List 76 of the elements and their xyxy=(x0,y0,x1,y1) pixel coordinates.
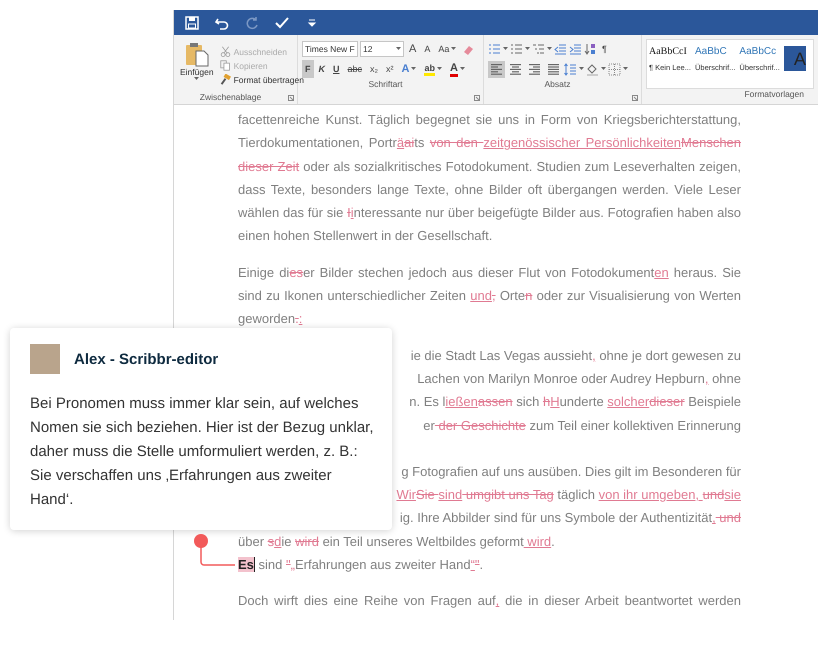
text-line: Doch wirft dies eine Reihe von Fragen auf, die in dieser Arbeit beantwortet werden xyxy=(238,592,741,610)
decrease-indent-icon[interactable] xyxy=(554,42,567,56)
caret-icon xyxy=(411,67,416,71)
comment-author: Alex - Scribbr-editor xyxy=(74,350,218,368)
caret-icon xyxy=(601,67,606,71)
align-left-icon[interactable] xyxy=(488,60,505,78)
group-label: Zwischenablage xyxy=(198,92,262,102)
format-button[interactable]: x² xyxy=(383,60,397,78)
text-line: WirSie sind umgibt uns Tag täglich von ihr umgeben, undsie xyxy=(396,486,741,504)
format-button[interactable]: abc xyxy=(344,60,366,78)
bullet-list-icon[interactable] xyxy=(488,42,501,56)
dialog-launcher-icon[interactable] xyxy=(288,95,294,101)
caret-icon xyxy=(194,77,200,81)
group-label: Formatvorlagen xyxy=(743,89,804,99)
text-line: einen hohen Stellenwert in der Gesellschaft. xyxy=(238,227,494,246)
check-icon[interactable] xyxy=(274,14,290,30)
effects-button[interactable]: A xyxy=(398,60,420,78)
format-button[interactable]: x₂ xyxy=(367,60,382,78)
save-icon[interactable] xyxy=(184,14,200,30)
line-spacing-icon[interactable] xyxy=(564,62,577,76)
text-line: Es sind "„Erfahrungen aus zweiter Hand“". xyxy=(238,556,484,574)
numbered-list-icon[interactable] xyxy=(510,42,523,56)
caret-icon xyxy=(436,67,442,71)
dialog-launcher-icon[interactable] xyxy=(474,95,480,101)
caret-icon xyxy=(451,47,456,51)
text-line: sind zu Ikonen unterschiedlicher Zeiten und, Orten oder zur Visualisierung von Werten xyxy=(238,287,741,306)
comment-text: Sie verschaffen uns ‚Erfahrungen aus zweiter Hand‘. xyxy=(30,466,333,510)
caret-icon xyxy=(396,47,401,51)
grow-font-button[interactable]: A xyxy=(406,40,420,58)
text-line: über sdie wird ein Teil unseres Weltbildes geformt wird. xyxy=(238,532,556,551)
scissors-icon xyxy=(220,46,231,57)
format-button[interactable]: U xyxy=(330,60,342,78)
text-line: facettenreiche Kunst. Täglich begegnet sie uns in Form von Kriegsberichterstattung, xyxy=(238,111,741,129)
font-size-field[interactable]: 12 xyxy=(360,41,404,57)
painter-command[interactable]: Format übertragen xyxy=(220,74,304,85)
text-line: Tierdokumentationen, Porträaits von den zeitgenössischer PersönlichkeitenMenschen xyxy=(238,134,741,152)
caret-icon xyxy=(525,47,530,51)
text-line: wählen das für sie Iinteressante nur über beigefügte Bilder aus. Fotografien haben also xyxy=(238,204,741,222)
caret-icon xyxy=(503,47,508,51)
brush-icon xyxy=(220,74,231,85)
increase-indent-icon[interactable] xyxy=(569,42,582,56)
caret-icon xyxy=(547,47,552,51)
borders-icon[interactable] xyxy=(608,62,621,76)
comment-text: Bei Pronomen muss immer klar sein, auf welches Nomen sie sich beziehen. Hier ist der Bezug unklar, daher muss die Stelle umformuliert werden, z. B.: xyxy=(30,394,375,462)
clipboard-icon xyxy=(184,41,210,67)
text-line: geworden.: xyxy=(238,310,304,328)
group-label: Schriftart xyxy=(367,79,404,89)
text-line: ie die Stadt Las Vegas aussieht, ohne je dort gewesen zu xyxy=(410,346,741,365)
color-button[interactable]: A xyxy=(446,60,468,78)
sort-icon[interactable] xyxy=(584,42,597,56)
paste-button[interactable]: Einfügen xyxy=(178,39,216,92)
multilevel-list-icon[interactable] xyxy=(532,42,545,56)
format-button[interactable]: K xyxy=(316,60,328,78)
paint-bucket-icon[interactable] xyxy=(586,62,599,76)
text-line: Lachen von Marilyn Monroe oder Audrey Hepburn, ohne xyxy=(417,370,741,388)
highlight-button[interactable]: ab xyxy=(421,60,445,78)
copy-icon xyxy=(220,60,231,71)
comment-connector xyxy=(193,533,237,569)
change-case-button[interactable]: Aa xyxy=(435,40,460,58)
dialog-launcher-icon[interactable] xyxy=(632,95,638,101)
caret-icon xyxy=(460,67,465,71)
format-button[interactable]: F xyxy=(302,60,314,78)
text-line: er der Geschichte zum Teil einer kollektiven Erinnerung xyxy=(423,416,741,435)
text-line: ig. Ihre Abbilder sind für uns Symbole der Authentizität, und xyxy=(400,509,741,528)
text-line: n. Es ließenassen sich hHunderte solcherdieser Beispiele xyxy=(409,393,741,412)
show-formatting-button[interactable]: ¶ xyxy=(599,40,610,58)
text-line: g Fotografien auf uns ausüben. Dies gilt im Besonderen für xyxy=(401,462,741,481)
text-line: dass Texte, besonders lange Texte, ohne Bilder oft übergangen werden. Viele Leser xyxy=(238,180,741,199)
text-line: Einige dieser Bilder stechen jedoch aus dieser Flut von Fotodokumenten heraus. Sie xyxy=(238,264,741,282)
font-name-field[interactable]: Times New F xyxy=(302,41,358,57)
caret-icon xyxy=(623,67,628,71)
text-line: dieser Zeit oder als sozialkritisches Fotodokument. Studien zum Leseverhalten zeigen, xyxy=(238,158,741,176)
avatar-photo-placeholder xyxy=(30,344,60,374)
group-label: Absatz xyxy=(544,79,572,89)
caret-icon xyxy=(579,67,584,71)
shrink-font-button[interactable]: A xyxy=(421,40,434,58)
